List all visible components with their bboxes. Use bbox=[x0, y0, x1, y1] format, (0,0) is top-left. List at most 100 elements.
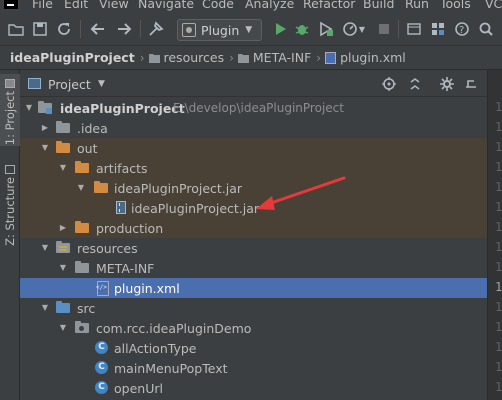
tree-label: resources bbox=[77, 241, 138, 256]
tree-row-idea[interactable]: ▶ .idea bbox=[20, 118, 487, 138]
menu-build[interactable]: Build bbox=[363, 0, 394, 11]
menu-analyze[interactable]: Analyze bbox=[245, 0, 294, 11]
tree-row-class[interactable]: allActionType bbox=[20, 338, 487, 358]
vcs-icon[interactable] bbox=[404, 19, 424, 39]
tree-label: openUrl bbox=[114, 381, 163, 396]
tree-row-jar-folder[interactable]: ▼ ideaPluginProject.jar bbox=[20, 178, 487, 198]
tree-row-production[interactable]: ▶ production bbox=[20, 218, 487, 238]
folder-icon bbox=[56, 121, 70, 134]
line-number: 1 bbox=[495, 240, 502, 254]
tree-label: .idea bbox=[77, 121, 108, 136]
line-number: 1 bbox=[495, 260, 502, 274]
forward-icon[interactable] bbox=[114, 19, 134, 39]
collapsed-arrow-icon[interactable]: ▶ bbox=[58, 223, 68, 233]
left-tool-strip: 1: Project Z: Structure bbox=[0, 70, 20, 400]
tree-row-class[interactable]: mainMenuPopText bbox=[20, 358, 487, 378]
expanded-arrow-icon[interactable]: ▼ bbox=[40, 143, 50, 153]
tree-row-jar-file[interactable]: ideaPluginProject.jar bbox=[20, 198, 487, 218]
tree-row-out[interactable]: ▼ out bbox=[20, 138, 487, 158]
breadcrumb: ideaPluginProject › resources › META-INF… bbox=[0, 46, 502, 70]
excluded-folder-icon bbox=[56, 141, 70, 154]
line-number: 1 bbox=[495, 280, 502, 294]
breadcrumb-project[interactable]: ideaPluginProject bbox=[10, 50, 135, 65]
menu-edit[interactable]: Edit bbox=[64, 0, 88, 11]
collapsed-arrow-icon[interactable]: ▶ bbox=[40, 123, 50, 133]
run-configuration-select[interactable]: Plugin ▼ bbox=[177, 19, 262, 41]
breadcrumb-separator-icon: › bbox=[316, 50, 322, 65]
tree-label: mainMenuPopText bbox=[114, 361, 228, 376]
expanded-arrow-icon[interactable]: ▼ bbox=[40, 243, 50, 253]
editor-gutter: 1 1 1 1 1 1 1 1 1 1 1 1 1 1 1 bbox=[487, 70, 502, 400]
search-icon[interactable] bbox=[476, 19, 496, 39]
chevron-down-icon: ▼ bbox=[245, 25, 253, 35]
back-icon[interactable] bbox=[88, 19, 108, 39]
line-number: 1 bbox=[495, 360, 502, 374]
menu-file[interactable]: File bbox=[32, 0, 53, 11]
folder-icon bbox=[75, 261, 89, 274]
menu-navigate[interactable]: Navigate bbox=[138, 0, 194, 11]
tree-row-plugin-xml[interactable]: plugin.xml bbox=[20, 278, 487, 298]
tree-label: production bbox=[96, 221, 164, 236]
gear-icon[interactable] bbox=[438, 75, 456, 93]
hide-panel-icon[interactable] bbox=[462, 75, 480, 93]
menu-view[interactable]: View bbox=[99, 0, 129, 11]
expanded-arrow-icon[interactable]: ▼ bbox=[24, 103, 34, 113]
class-icon bbox=[95, 361, 108, 374]
project-structure-icon[interactable] bbox=[428, 19, 448, 39]
breadcrumb-plugin-xml[interactable]: plugin.xml bbox=[340, 50, 406, 65]
breadcrumb-resources[interactable]: resources bbox=[164, 50, 225, 65]
locate-file-icon[interactable] bbox=[380, 75, 398, 93]
line-number: 1 bbox=[495, 340, 502, 354]
debug-icon[interactable] bbox=[292, 19, 312, 39]
stop-icon[interactable] bbox=[374, 19, 394, 39]
class-icon bbox=[95, 341, 108, 354]
open-folder-icon[interactable] bbox=[6, 19, 26, 39]
project-tab-icon bbox=[5, 79, 15, 88]
build-icon[interactable] bbox=[146, 19, 166, 39]
project-view-icon bbox=[28, 78, 41, 89]
line-number: 1 bbox=[495, 200, 502, 214]
tree-label: src bbox=[77, 301, 96, 316]
project-tree: ▼ ideaPluginProject E:\develop\ideaPlugi… bbox=[20, 98, 487, 400]
tree-row-meta-inf[interactable]: ▼ META-INF bbox=[20, 258, 487, 278]
expanded-arrow-icon[interactable]: ▼ bbox=[58, 263, 68, 273]
menu-run[interactable]: Run bbox=[405, 0, 429, 11]
collapse-all-icon[interactable] bbox=[406, 75, 424, 93]
line-number: 1 bbox=[495, 380, 502, 394]
coverage-icon[interactable] bbox=[316, 19, 336, 39]
tree-row-src[interactable]: ▼ src bbox=[20, 298, 487, 318]
tab-project-label: 1: Project bbox=[3, 91, 17, 146]
menu-tools[interactable]: Tools bbox=[440, 0, 471, 11]
sync-icon[interactable] bbox=[54, 19, 74, 39]
tree-row-root[interactable]: ▼ ideaPluginProject E:\develop\ideaPlugi… bbox=[20, 98, 487, 118]
intellij-logo-icon bbox=[3, 0, 19, 10]
menu-refactor[interactable]: Refactor bbox=[303, 0, 355, 11]
chevron-down-icon[interactable]: ▼ bbox=[98, 79, 105, 89]
plugin-config-icon bbox=[182, 23, 196, 37]
tree-row-package[interactable]: ▼ com.rcc.ideaPluginDemo bbox=[20, 318, 487, 338]
folder-icon bbox=[148, 52, 160, 64]
project-path: E:\develop\ideaPluginProject bbox=[173, 101, 344, 115]
tree-row-resources[interactable]: ▼ resources bbox=[20, 238, 487, 258]
menu-vcs[interactable]: VC bbox=[485, 0, 502, 11]
tab-project[interactable]: 1: Project bbox=[0, 74, 20, 146]
expanded-arrow-icon[interactable]: ▼ bbox=[58, 323, 68, 333]
save-icon[interactable] bbox=[30, 19, 50, 39]
run-icon[interactable] bbox=[270, 19, 290, 39]
profile-dropdown-icon[interactable]: ▼ bbox=[356, 19, 368, 39]
tree-label: com.rcc.ideaPluginDemo bbox=[96, 321, 252, 336]
tree-row-class[interactable]: openUrl bbox=[20, 378, 487, 398]
expanded-arrow-icon[interactable]: ▼ bbox=[58, 163, 68, 173]
panel-title[interactable]: Project bbox=[48, 77, 91, 92]
expanded-arrow-icon[interactable]: ▼ bbox=[40, 303, 50, 313]
xml-file-icon bbox=[96, 281, 109, 296]
line-number: 1 bbox=[495, 300, 502, 314]
help-icon[interactable]: ? bbox=[452, 19, 472, 39]
expanded-arrow-icon[interactable]: ▼ bbox=[76, 183, 86, 193]
line-number: 1 bbox=[495, 180, 502, 194]
tab-structure[interactable]: Z: Structure bbox=[0, 160, 20, 256]
breadcrumb-meta-inf[interactable]: META-INF bbox=[253, 50, 311, 65]
line-number: 1 bbox=[495, 100, 502, 114]
menu-code[interactable]: Code bbox=[202, 0, 234, 11]
tree-row-artifacts[interactable]: ▼ artifacts bbox=[20, 158, 487, 178]
